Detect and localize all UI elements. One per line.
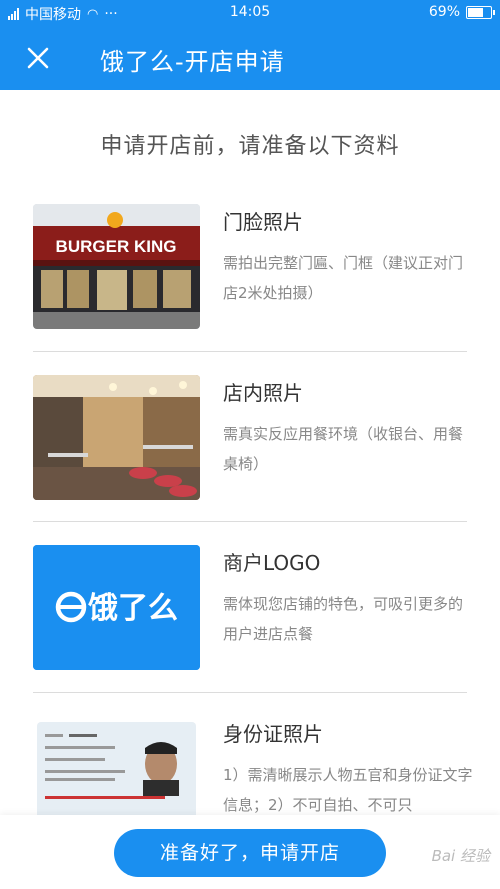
intro-text: 申请开店前，请准备以下资料 [100, 134, 400, 159]
status-right: 69% [428, 4, 495, 20]
requirement-item-id-card: 身份证照片 1）需清晰展示人物五官和身份证文字信息；2）不可自拍、不可只 [33, 716, 473, 841]
close-button[interactable] [22, 42, 54, 74]
requirement-item-interior: 店内照片 需真实反应用餐环境（收银台、用餐桌椅） [33, 375, 467, 505]
item-title: 身份证照片 [223, 722, 323, 746]
storefront-sign: BURGER KING [56, 237, 177, 256]
interior-photo [33, 375, 200, 500]
item-description: 1）需清晰展示人物五官和身份证文字信息；2）不可自拍、不可只 [223, 766, 473, 814]
watermark: Bai 经验 [431, 847, 490, 865]
battery-label: 69% [428, 4, 460, 20]
requirement-item-storefront: BURGER KING 门脸照片 需拍出完整门匾、门框（建议正对门店2米处拍摄） [33, 204, 467, 334]
clock: 14:05 [229, 4, 271, 20]
logo-image: 饿了么 [33, 545, 200, 670]
logo-text: 饿了么 [88, 591, 178, 626]
bottom-bar: 准备好了，申请开店 Bai 经验 [0, 815, 500, 889]
item-title: 店内照片 [223, 381, 303, 405]
page-title: 饿了么-开店申请 [100, 48, 285, 76]
storefront-photo: BURGER KING [33, 204, 200, 329]
status-bar: 中国移动 ◠ ··· 14:05 69% [0, 0, 500, 26]
item-description: 需拍出完整门匾、门框（建议正对门店2米处拍摄） [223, 254, 464, 302]
battery-icon [466, 5, 495, 19]
item-title: 门脸照片 [223, 210, 303, 234]
item-description: 需体现您店铺的特色，可吸引更多的用户进店点餐 [223, 595, 464, 643]
item-title: 商户LOGO [223, 551, 321, 575]
close-icon [27, 47, 49, 69]
divider [33, 521, 467, 522]
title-bar: 饿了么-开店申请 [0, 26, 500, 90]
apply-store-button[interactable]: 准备好了，申请开店 [114, 829, 386, 877]
divider [33, 692, 467, 693]
divider [33, 351, 467, 352]
requirement-item-logo: 饿了么 商户LOGO 需体现您店铺的特色，可吸引更多的用户进店点餐 [33, 545, 467, 675]
item-description: 需真实反应用餐环境（收银台、用餐桌椅） [223, 425, 464, 473]
